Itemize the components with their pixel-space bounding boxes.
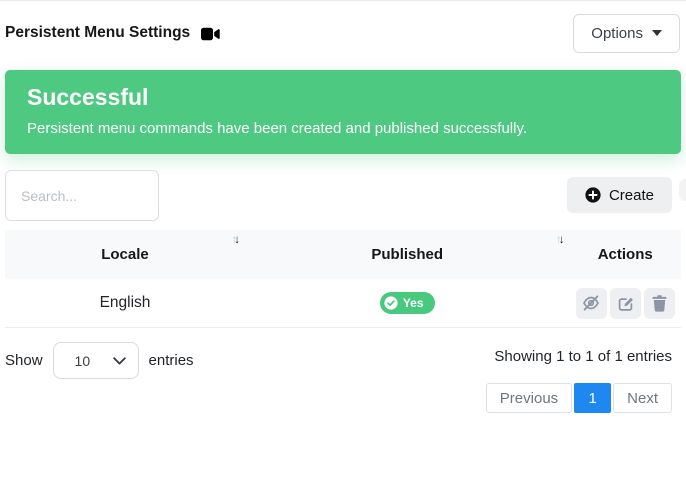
table-row: English Yes [5, 279, 681, 328]
edit-pencil-icon [617, 295, 634, 312]
sort-icon[interactable]: ↑↓ [231, 235, 237, 247]
published-badge-label: Yes [403, 296, 424, 310]
page-size-control: Show 10 entries [5, 342, 194, 379]
alert-message: Persistent menu commands have been creat… [27, 120, 659, 137]
page-title: Persistent Menu Settings [5, 24, 190, 42]
column-header-published[interactable]: Published ↑↓ [245, 230, 569, 279]
table-footer: Show 10 entries Showing 1 to 1 of 1 entr… [5, 342, 681, 379]
title-wrap: Persistent Menu Settings [5, 24, 220, 42]
column-header-actions: Actions [569, 230, 681, 279]
page-size-value: 10 [75, 353, 91, 369]
next-page-button[interactable]: Next [613, 383, 672, 413]
options-dropdown-button[interactable]: Options [573, 14, 680, 53]
page-size-select[interactable]: 10 [53, 342, 139, 379]
entries-label: entries [149, 352, 194, 369]
published-cell: Yes [245, 292, 569, 314]
unpublish-button[interactable] [576, 288, 607, 319]
search-input[interactable] [5, 170, 159, 221]
column-label: Published [371, 246, 443, 263]
create-button[interactable]: Create [567, 177, 672, 213]
pagination: Previous 1 Next [5, 383, 672, 413]
column-label: Actions [598, 246, 653, 263]
show-label: Show [5, 352, 43, 369]
check-circle-icon [384, 296, 398, 310]
column-label: Locale [101, 246, 149, 263]
results-summary: Showing 1 to 1 of 1 entries [494, 348, 672, 365]
published-badge: Yes [380, 292, 435, 314]
alert-title: Successful [27, 84, 659, 111]
clipped-button-edge [679, 179, 686, 201]
persistent-menu-settings-page: Persistent Menu Settings Options Success… [0, 13, 686, 413]
success-alert: Successful Persistent menu commands have… [5, 70, 681, 154]
topbar: Persistent Menu Settings Options [5, 13, 681, 53]
caret-down-icon [652, 30, 662, 36]
video-camera-icon [201, 26, 220, 41]
column-header-locale[interactable]: Locale ↑↓ [5, 230, 245, 279]
chevron-down-icon [113, 357, 126, 365]
table-toolbar: Create [5, 170, 681, 221]
create-label: Create [609, 187, 654, 204]
options-label: Options [591, 25, 643, 42]
previous-page-button[interactable]: Previous [486, 383, 572, 413]
plus-circle-icon [585, 187, 601, 203]
page-number-button[interactable]: 1 [574, 383, 611, 413]
locales-table: Locale ↑↓ Published ↑↓ Actions English Y… [5, 230, 681, 328]
eye-slash-icon [582, 294, 600, 312]
table-header-row: Locale ↑↓ Published ↑↓ Actions [5, 230, 681, 279]
trash-icon [652, 295, 667, 312]
locale-cell: English [5, 294, 245, 312]
delete-button[interactable] [644, 288, 675, 319]
edit-button[interactable] [610, 288, 641, 319]
actions-cell [569, 288, 681, 319]
sort-icon[interactable]: ↑↓ [556, 235, 562, 247]
